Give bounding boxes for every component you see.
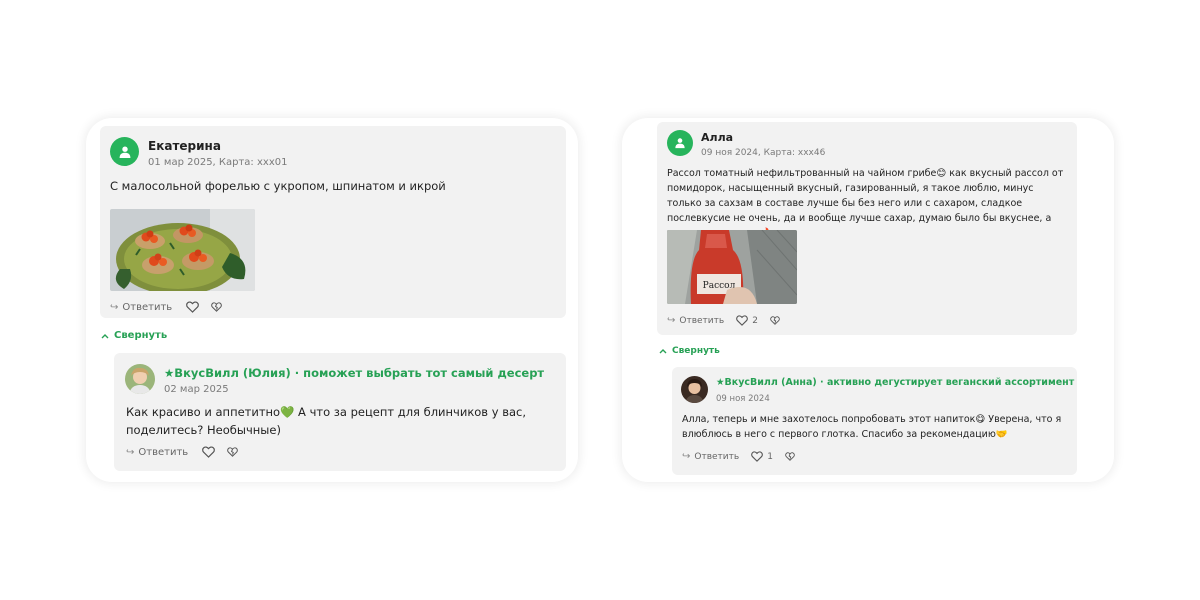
dislike-button[interactable]	[770, 316, 780, 325]
review-block: Алла 09 ноя 2024, Карта: xxx46 Рассол то…	[657, 122, 1077, 335]
collapse-label: Свернуть	[114, 330, 168, 341]
review-meta: 01 мар 2025, Карта: xxx01	[148, 157, 288, 168]
reply-button[interactable]: ↪ Ответить	[667, 315, 724, 326]
collapse-label: Свернуть	[672, 346, 720, 356]
staff-avatar	[125, 364, 155, 394]
like-button[interactable]: 2	[736, 315, 758, 326]
reply-icon: ↪	[667, 315, 676, 326]
heart-icon	[736, 315, 749, 326]
user-avatar	[667, 130, 693, 156]
reply-label: Ответить	[122, 301, 173, 313]
answer-text: Алла, теперь и мне захотелось попробоват…	[682, 414, 1062, 441]
reply-button[interactable]: ↪ Ответить	[682, 451, 739, 462]
staff-avatar	[681, 376, 708, 403]
reply-icon: ↪	[126, 446, 135, 458]
collapse-button[interactable]: Свернуть	[659, 346, 720, 356]
answer-date: 09 ноя 2024	[716, 394, 770, 404]
review-meta: 09 ноя 2024, Карта: xxx46	[701, 148, 826, 158]
reply-button[interactable]: ↪ Ответить	[110, 302, 172, 313]
chevron-up-icon	[101, 333, 109, 338]
chevron-up-icon	[659, 349, 667, 354]
dislike-button[interactable]	[211, 302, 223, 312]
heart-icon	[186, 301, 200, 313]
like-count: 2	[752, 315, 758, 326]
reply-label: Ответить	[138, 446, 189, 458]
broken-heart-icon	[785, 452, 795, 461]
review-author: Алла	[701, 131, 734, 144]
review-photo[interactable]	[110, 209, 255, 291]
answer-date: 02 мар 2025	[164, 384, 229, 395]
broken-heart-icon	[227, 447, 239, 457]
reply-label: Ответить	[694, 451, 740, 462]
staff-answer-block: ★ВкусВилл (Анна) · активно дегустирует в…	[672, 367, 1077, 475]
review-actions: ↪ Ответить 2	[667, 315, 780, 326]
dish-photo	[110, 209, 255, 291]
review-card-alla: Алла 09 ноя 2024, Карта: xxx46 Рассол то…	[622, 118, 1114, 482]
review-photo[interactable]: Рассол	[667, 230, 797, 304]
like-button[interactable]	[186, 301, 200, 313]
like-button[interactable]	[202, 446, 216, 458]
review-actions: ↪ Ответить	[110, 301, 223, 313]
collapse-button[interactable]: Свернуть	[101, 330, 167, 341]
like-button[interactable]: 1	[751, 451, 773, 462]
dislike-button[interactable]	[785, 452, 795, 461]
user-icon	[675, 138, 685, 149]
staff-author: ★ВкусВилл (Юлия) · поможет выбрать тот с…	[164, 366, 545, 380]
reply-icon: ↪	[682, 451, 691, 462]
like-count: 1	[767, 451, 773, 462]
heart-icon	[202, 446, 216, 458]
heart-icon	[751, 451, 764, 462]
staff-author: ★ВкусВилл (Анна) · активно дегустирует в…	[716, 377, 1075, 388]
staff-answer-block: ★ВкусВилл (Юлия) · поможет выбрать тот с…	[114, 353, 566, 471]
user-icon	[119, 146, 130, 158]
answer-text: Как красиво и аппетитно💚 А что за рецепт…	[126, 405, 526, 437]
review-block: Екатерина 01 мар 2025, Карта: xxx01 С ма…	[100, 126, 566, 318]
dislike-button[interactable]	[227, 447, 239, 457]
broken-heart-icon	[211, 302, 223, 312]
reply-label: Ответить	[679, 315, 725, 326]
review-text: С малосольной форелью с укропом, шпинато…	[110, 179, 446, 193]
user-avatar	[110, 137, 139, 166]
broken-heart-icon	[770, 316, 780, 325]
bottle-photo: Рассол	[667, 230, 797, 304]
answer-actions: ↪ Ответить 1	[682, 451, 795, 462]
answer-actions: ↪ Ответить	[126, 446, 239, 458]
review-author: Екатерина	[148, 139, 221, 153]
review-card-ekaterina: Екатерина 01 мар 2025, Карта: xxx01 С ма…	[86, 118, 578, 482]
reply-icon: ↪	[110, 301, 119, 313]
reply-button[interactable]: ↪ Ответить	[126, 447, 188, 458]
